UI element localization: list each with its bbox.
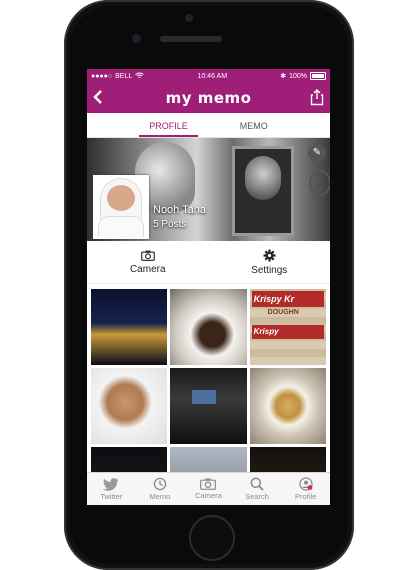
tabbar-twitter[interactable]: Twitter [87, 473, 136, 505]
back-chevron-icon[interactable] [93, 89, 107, 107]
history-icon [153, 477, 167, 491]
krispy-kreme-logo-second: Krispy [251, 325, 324, 339]
home-button[interactable] [189, 515, 235, 561]
avatar[interactable] [93, 175, 149, 239]
tabbar-search-label: Search [245, 492, 269, 501]
krispy-kreme-logo: Krispy Kr [251, 291, 324, 307]
cover-portrait-young-man [245, 156, 281, 200]
page-title: my memo [165, 89, 252, 107]
krispy-kreme-subtext: DOUGHN [267, 309, 299, 316]
tabbar-profile[interactable]: Profile [281, 473, 330, 505]
app-screen: ●●●●○ BELL 10:46 AM ✱ 100% my memo PROFI… [87, 69, 330, 505]
wifi-icon [135, 72, 145, 81]
post-count: 5 Posts [153, 219, 187, 230]
battery-percent: 100% [289, 72, 307, 80]
profile-actions: Camera Settings [87, 241, 330, 284]
tabbar-memo[interactable]: Memo [136, 473, 185, 505]
camera-icon [200, 478, 217, 490]
tabbar-profile-label: Profile [295, 492, 317, 501]
tabbar-twitter-label: Twitter [100, 491, 123, 501]
tabbar-memo-label: Memo [149, 492, 171, 501]
profile-name: Nooh Taha [153, 204, 207, 216]
photo-tile-noodles[interactable] [249, 368, 326, 444]
gear-icon [263, 249, 276, 261]
car-display [192, 390, 217, 404]
carrier-label: BELL [115, 72, 133, 80]
photo-tile-selfie[interactable] [91, 368, 168, 444]
tab-profile[interactable]: PROFILE [139, 113, 198, 137]
camera-action-button[interactable]: Camera [87, 241, 209, 283]
avatar-face [107, 185, 135, 211]
share-icon[interactable] [310, 89, 324, 106]
photo-tile-city-night[interactable] [91, 289, 168, 365]
front-camera [132, 34, 141, 43]
battery-icon [310, 72, 326, 80]
tab-memo[interactable]: MEMO [230, 113, 278, 137]
camera-action-label: Camera [129, 263, 166, 275]
status-bar: ●●●●○ BELL 10:46 AM ✱ 100% [87, 69, 330, 83]
camera-icon [140, 250, 155, 261]
app-header: my memo [87, 83, 330, 113]
settings-action-button[interactable]: Settings [209, 241, 331, 283]
avatar-thobe [99, 217, 143, 237]
status-time: 10:46 AM [197, 72, 228, 80]
cover-photo: ✎ Nooh Taha 5 Posts [87, 138, 330, 241]
photo-tile-cake[interactable] [170, 289, 247, 365]
signal-icon: ●●●●○ [91, 72, 113, 80]
twitter-bird-icon [103, 477, 119, 491]
photo-grid: Krispy Kr Krispy DOUGHN [87, 284, 330, 487]
tabbar-search[interactable]: Search [233, 473, 282, 505]
search-icon [250, 477, 264, 491]
cover-towel-ring [309, 170, 330, 196]
edit-cover-icon[interactable]: ✎ [308, 144, 326, 162]
proximity-sensor [185, 14, 193, 22]
bluetooth-icon: ✱ [280, 73, 287, 80]
bottom-tab-bar: Twitter Memo Camera Search Profile [87, 472, 330, 505]
tabbar-camera-label: Camera [195, 491, 222, 500]
tabbar-camera[interactable]: Camera [184, 473, 233, 505]
profile-icon [299, 477, 313, 491]
profile-tabs: PROFILE MEMO [87, 113, 330, 138]
settings-action-label: Settings [251, 264, 288, 276]
photo-tile-car-dashboard[interactable] [170, 368, 247, 444]
photo-tile-doughnut-box[interactable]: Krispy Kr Krispy DOUGHN [249, 289, 326, 365]
earpiece-speaker [160, 36, 222, 42]
